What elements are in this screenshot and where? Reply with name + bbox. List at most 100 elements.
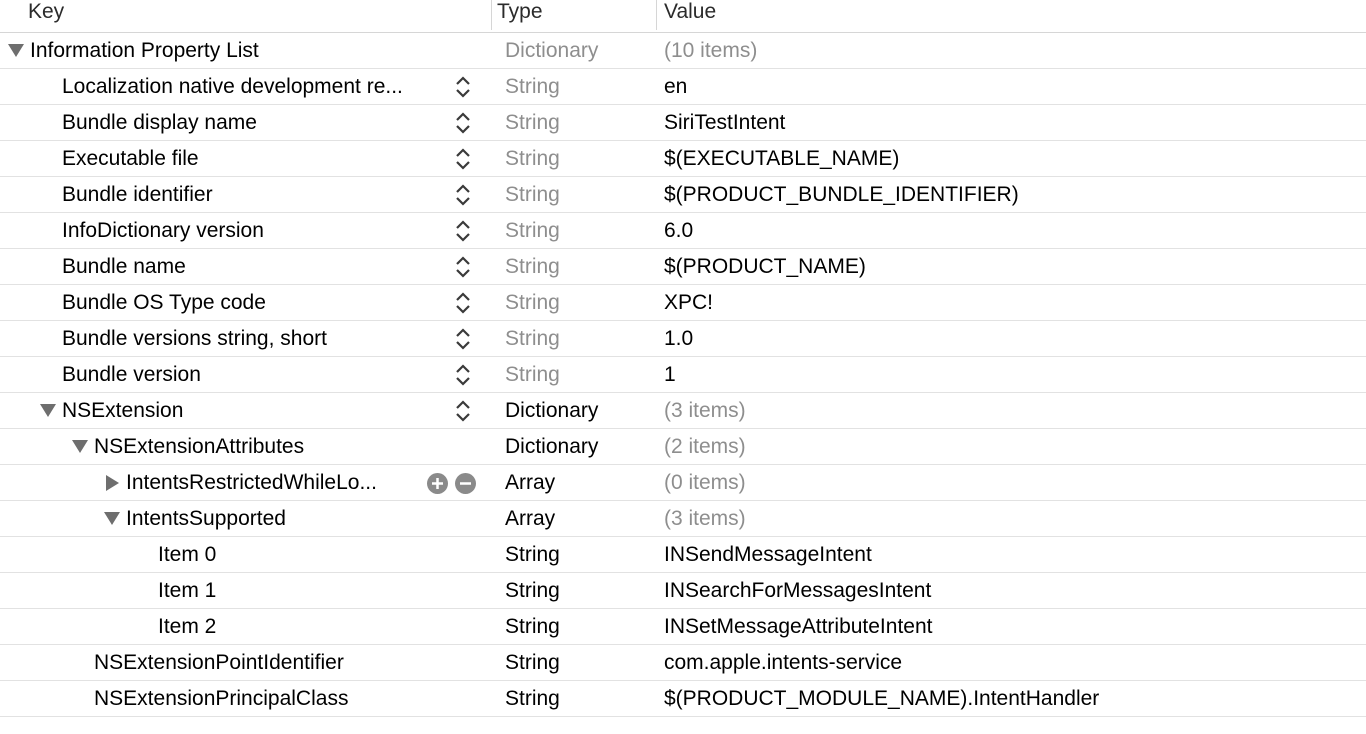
plist-row[interactable]: Executable file String $(EXECUTABLE_NAME… [0,141,1366,177]
row-key[interactable]: NSExtensionPrincipalClass [94,681,348,716]
plus-circle-icon[interactable] [427,473,448,494]
value-column-header[interactable]: Value [664,0,716,32]
plist-row[interactable]: InfoDictionary version String 6.0 [0,213,1366,249]
row-type[interactable]: String [505,141,560,176]
up-down-stepper-icon[interactable] [452,291,474,315]
plist-row[interactable]: Bundle versions string, short String 1.0 [0,321,1366,357]
row-type[interactable]: Array [505,465,555,500]
row-type[interactable]: String [505,321,560,356]
up-down-stepper-icon[interactable] [452,363,474,387]
disclosure-triangle-down-icon[interactable] [39,393,57,428]
row-type[interactable]: String [505,645,560,680]
plist-row[interactable]: Bundle version String 1 [0,357,1366,393]
row-type[interactable]: String [505,177,560,212]
row-key[interactable]: Bundle identifier [62,177,213,212]
row-key[interactable]: IntentsRestrictedWhileLo... [126,465,416,500]
row-type[interactable]: String [505,213,560,248]
row-value[interactable]: $(PRODUCT_MODULE_NAME).IntentHandler [664,681,1099,716]
row-value[interactable]: $(PRODUCT_BUNDLE_IDENTIFIER) [664,177,1019,212]
row-value: (2 items) [664,435,746,458]
row-value[interactable]: XPC! [664,285,713,320]
row-type[interactable]: String [505,537,560,572]
plist-row-root[interactable]: Information Property List Dictionary (10… [0,33,1366,69]
row-key: Information Property List [30,39,259,62]
row-type[interactable]: String [505,681,560,716]
plist-row[interactable]: Item 1 String INSearchForMessagesIntent [0,573,1366,609]
up-down-stepper-icon[interactable] [452,183,474,207]
row-value: (3 items) [664,507,746,530]
row-value[interactable]: INSetMessageAttributeIntent [664,609,932,644]
disclosure-triangle-down-icon[interactable] [71,429,89,464]
row-key[interactable]: Executable file [62,141,199,176]
disclosure-triangle-down-icon[interactable] [103,501,121,536]
row-type[interactable]: String [505,249,560,284]
row-value[interactable]: $(PRODUCT_NAME) [664,249,866,284]
up-down-stepper-icon[interactable] [452,75,474,99]
plist-row[interactable]: NSExtension Dictionary (3 items) [0,393,1366,429]
row-value[interactable]: INSearchForMessagesIntent [664,573,931,608]
row-type[interactable]: Dictionary [505,429,598,464]
row-key: Item 1 [158,579,217,602]
row-value: (10 items) [664,39,758,62]
up-down-stepper-icon[interactable] [452,399,474,423]
row-key[interactable]: Bundle version [62,357,201,392]
row-value[interactable]: 1.0 [664,321,693,356]
plist-row[interactable]: Item 0 String INSendMessageIntent [0,537,1366,573]
row-key[interactable]: Bundle OS Type code [62,285,266,320]
plist-row[interactable]: Localization native development re... St… [0,69,1366,105]
row-value: (3 items) [664,399,746,422]
row-type: Dictionary [505,39,599,62]
up-down-stepper-icon[interactable] [452,147,474,171]
plist-row[interactable]: Bundle display name String SiriTestInten… [0,105,1366,141]
property-list-editor: Key Type Value Information Property List… [0,0,1366,734]
row-type[interactable]: String [505,69,560,104]
plist-row[interactable]: Item 2 String INSetMessageAttributeInten… [0,609,1366,645]
plist-row[interactable]: Bundle name String $(PRODUCT_NAME) [0,249,1366,285]
row-key[interactable]: InfoDictionary version [62,213,264,248]
row-value[interactable]: 1 [664,357,676,392]
up-down-stepper-icon[interactable] [452,327,474,351]
row-key[interactable]: Localization native development re... [62,69,446,104]
row-key[interactable]: Bundle name [62,249,186,284]
plist-row[interactable]: IntentsRestrictedWhileLo... Array (0 ite… [0,465,1366,501]
row-key[interactable]: NSExtensionPointIdentifier [94,645,344,680]
type-column-header[interactable]: Type [497,0,543,32]
plist-row[interactable]: IntentsSupported Array (3 items) [0,501,1366,537]
key-column-header[interactable]: Key [28,0,64,32]
row-type[interactable]: String [505,357,560,392]
up-down-stepper-icon[interactable] [452,111,474,135]
row-key: Item 0 [158,543,217,566]
column-header: Key Type Value [0,0,1366,33]
minus-circle-icon[interactable] [455,473,476,494]
plist-row[interactable]: Bundle OS Type code String XPC! [0,285,1366,321]
row-type[interactable]: String [505,105,560,140]
row-type[interactable]: String [505,285,560,320]
plist-rows: Information Property List Dictionary (10… [0,33,1366,717]
row-value[interactable]: 6.0 [664,213,693,248]
plist-row[interactable]: NSExtensionPointIdentifier String com.ap… [0,645,1366,681]
row-key[interactable]: IntentsSupported [126,501,286,536]
row-value[interactable]: en [664,69,687,104]
row-type[interactable]: Array [505,501,555,536]
plist-row[interactable]: NSExtensionPrincipalClass String $(PRODU… [0,681,1366,717]
row-value: (0 items) [664,471,746,494]
row-key[interactable]: NSExtension [62,393,183,428]
row-key[interactable]: Bundle versions string, short [62,321,327,356]
plist-row[interactable]: Bundle identifier String $(PRODUCT_BUNDL… [0,177,1366,213]
row-value[interactable]: SiriTestIntent [664,105,785,140]
plist-row[interactable]: NSExtensionAttributes Dictionary (2 item… [0,429,1366,465]
row-key[interactable]: NSExtensionAttributes [94,429,304,464]
disclosure-triangle-right-icon[interactable] [103,465,121,500]
up-down-stepper-icon[interactable] [452,219,474,243]
row-key[interactable]: Bundle display name [62,105,257,140]
row-type[interactable]: String [505,573,560,608]
disclosure-triangle-down-icon[interactable] [7,33,25,68]
up-down-stepper-icon[interactable] [452,255,474,279]
row-value[interactable]: $(EXECUTABLE_NAME) [664,141,899,176]
column-divider[interactable] [656,0,657,30]
row-value[interactable]: INSendMessageIntent [664,537,872,572]
row-type[interactable]: String [505,609,560,644]
row-type[interactable]: Dictionary [505,393,598,428]
column-divider[interactable] [491,0,492,30]
row-value[interactable]: com.apple.intents-service [664,645,902,680]
